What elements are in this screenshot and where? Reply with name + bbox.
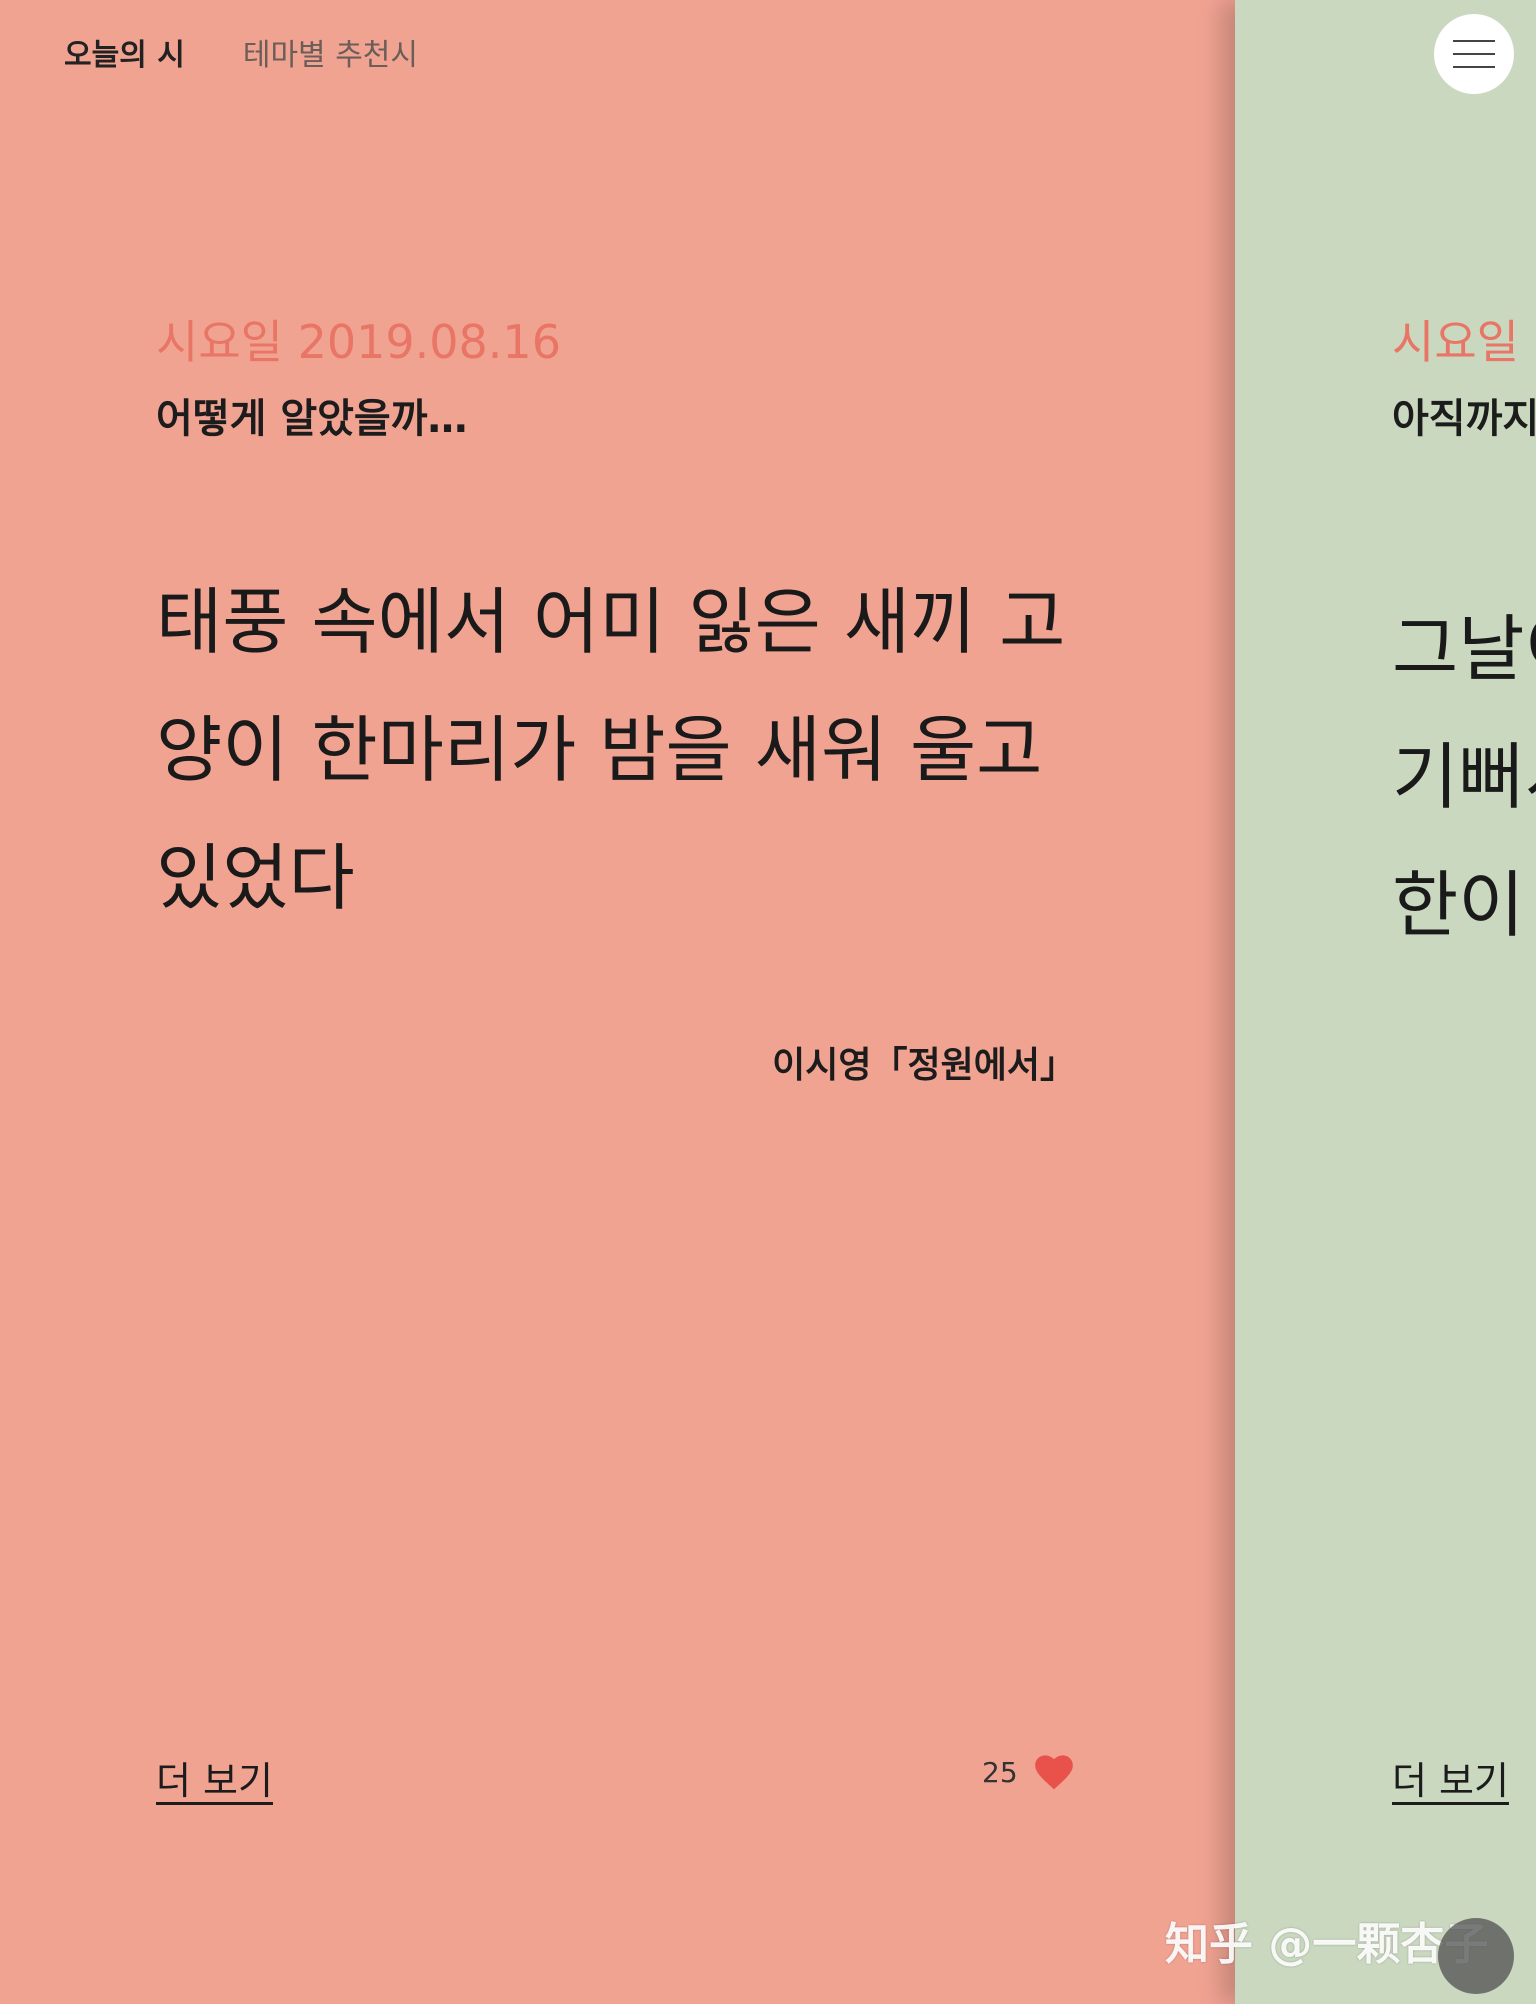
top-nav: 오늘의 시 테마별 추천시 xyxy=(64,30,418,74)
poem-card-main: 오늘의 시 테마별 추천시 시요일 2019.08.16 어떻게 알았을까… 태… xyxy=(0,0,1235,2004)
heart-icon[interactable] xyxy=(1034,1755,1074,1791)
menu-line xyxy=(1453,40,1495,42)
next-poem-title: 아직까지 xyxy=(1392,396,1536,442)
menu-line xyxy=(1453,53,1495,55)
poem-card-next[interactable]: 시요일 2 아직까지 그날이 기뻐서 한이 더 보기 xyxy=(1235,0,1536,2004)
hamburger-menu-icon[interactable] xyxy=(1434,14,1514,94)
poem-body: 태풍 속에서 어미 잃은 새끼 고 양이 한마리가 밤을 새워 울고 있었다 xyxy=(156,580,1066,920)
poem-author: 이시영「정원에서」 xyxy=(772,1045,1076,1086)
nav-today-poem[interactable]: 오늘의 시 xyxy=(64,30,185,74)
scroll-top-button[interactable] xyxy=(1438,1918,1514,1994)
next-poem-body: 그날이 기뻐서 한이 xyxy=(1392,607,1536,947)
menu-line xyxy=(1453,66,1495,68)
next-poem-date: 시요일 2 xyxy=(1392,315,1536,369)
nav-theme-poems[interactable]: 테마별 추천시 xyxy=(243,30,418,74)
poem-date: 시요일 2019.08.16 xyxy=(156,315,561,369)
like-count: 25 xyxy=(982,1756,1018,1789)
next-more-link[interactable]: 더 보기 xyxy=(1392,1750,1509,1805)
poem-title: 어떻게 알았을까… xyxy=(156,396,468,442)
more-link[interactable]: 더 보기 xyxy=(156,1750,273,1805)
